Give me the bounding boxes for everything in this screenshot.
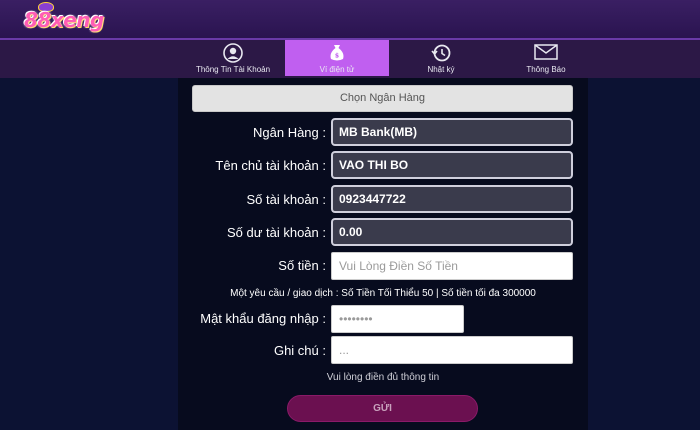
amount-label: Số tiền : — [278, 258, 326, 273]
balance-field: 0.00 — [331, 218, 573, 246]
owner-field: VAO THI BO — [331, 151, 573, 179]
account-number-label: Số tài khoản : — [246, 192, 327, 207]
bank-field: MB Bank(MB) — [331, 118, 573, 146]
account-number-field: 0923447722 — [331, 185, 573, 213]
amount-input[interactable] — [331, 252, 573, 280]
limit-note: Một yêu cầu / giao dịch : Số Tiền Tối Th… — [230, 288, 536, 299]
choose-bank-button[interactable]: Chọn Ngân Hàng — [192, 85, 573, 112]
bank-label: Ngân Hàng : — [253, 125, 326, 140]
password-label: Mật khẩu đăng nhập : — [200, 311, 326, 326]
submit-button[interactable]: GỬI — [287, 395, 478, 422]
tab-label: Nhật ký — [427, 65, 455, 74]
tab-notifications[interactable]: Thông Báo — [494, 40, 598, 76]
tab-e-wallet[interactable]: $ Ví điện tử — [285, 40, 389, 76]
tab-label: Thông Tin Tài Khoản — [195, 65, 271, 74]
tab-account-info[interactable]: Thông Tin Tài Khoản — [181, 40, 285, 76]
tab-bar: Thông Tin Tài Khoản $ Ví điện tử Nhật ký — [0, 40, 700, 78]
password-input[interactable] — [331, 305, 464, 333]
memo-input[interactable] — [331, 336, 573, 364]
mail-icon — [534, 43, 558, 66]
balance-label: Số dư tài khoản : — [226, 225, 326, 240]
tab-label: Thông Báo — [526, 65, 566, 74]
memo-label: Ghi chú : — [273, 343, 326, 358]
brand-logo[interactable]: 88xeng — [24, 8, 104, 32]
fill-info-note: Vui lòng điền đủ thông tin — [326, 372, 440, 383]
tab-history[interactable]: Nhật ký — [389, 40, 493, 76]
top-header: 88xeng — [0, 0, 700, 40]
owner-label: Tên chủ tài khoản : — [215, 158, 326, 173]
svg-text:$: $ — [335, 53, 339, 60]
tab-label: Ví điện tử — [319, 65, 355, 74]
